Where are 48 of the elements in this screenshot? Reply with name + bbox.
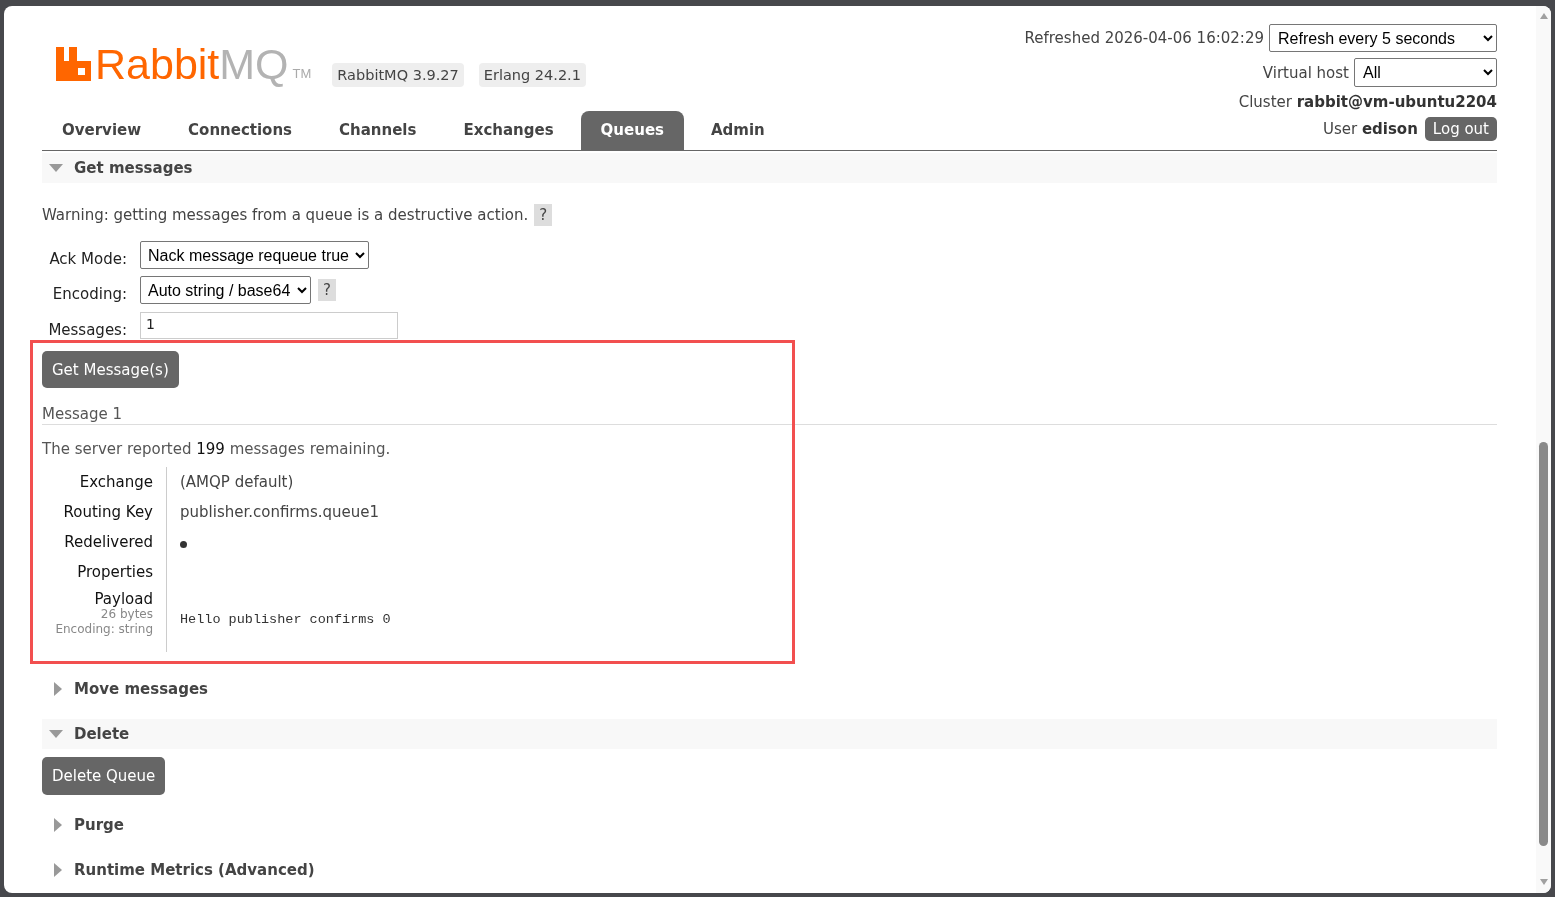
nav-tab[interactable]: Exchanges bbox=[443, 111, 574, 150]
detail-value: publisher.confirms.queue1 bbox=[180, 503, 379, 521]
remaining-text: The server reported 199 messages remaining. bbox=[42, 440, 392, 458]
cluster-text: Cluster rabbit@vm-ubuntu2204 bbox=[1238, 92, 1497, 112]
nav-tab[interactable]: Overview bbox=[42, 111, 162, 150]
payload-size-text: 26 bytes bbox=[100, 607, 153, 622]
detail-label: Properties bbox=[76, 564, 153, 580]
payload-text: Hello publisher confirms 0 bbox=[180, 612, 391, 627]
field-label: Ack Mode: bbox=[48, 249, 128, 269]
detail-label: Payload bbox=[93, 591, 153, 607]
nav-tab[interactable]: Channels bbox=[319, 111, 437, 150]
help-button[interactable]: ? bbox=[534, 204, 553, 226]
logout-button[interactable]: Log out bbox=[1424, 117, 1497, 141]
detail-label: Redelivered bbox=[63, 534, 153, 550]
field-label: Messages: bbox=[47, 320, 128, 339]
help-button[interactable]: ? bbox=[318, 279, 336, 301]
dropdown-select[interactable]: Auto string / base64 bbox=[140, 276, 311, 304]
payload-encoding-text: Encoding: string bbox=[54, 622, 153, 637]
nav-tab[interactable]: Queues bbox=[580, 111, 684, 150]
detail-label: Routing Key bbox=[62, 504, 153, 520]
message-title: Message 1 bbox=[42, 405, 123, 423]
version-label: Erlang 24.2.1 bbox=[478, 63, 586, 87]
detail-label: Exchange bbox=[78, 474, 153, 490]
section-header[interactable]: Purge bbox=[42, 810, 1497, 840]
refresh-interval-select[interactable]: Refresh every 5 seconds bbox=[1269, 24, 1497, 52]
section-header[interactable]: Runtime Metrics (Advanced) bbox=[42, 855, 1497, 885]
field-label: Encoding: bbox=[51, 284, 128, 304]
logo-icon bbox=[56, 47, 91, 81]
virtual-host-label: Virtual host bbox=[1262, 62, 1349, 83]
nav-tab[interactable]: Admin bbox=[691, 111, 785, 150]
scrollbar-thumb[interactable] bbox=[1539, 442, 1548, 846]
virtual-host-select[interactable]: All bbox=[1354, 58, 1497, 87]
user-text: User edison bbox=[1322, 119, 1418, 139]
section-header[interactable]: Get messages bbox=[42, 153, 1497, 183]
refreshed-time-text: Refreshed 2026-04-06 16:02:29 bbox=[1024, 28, 1264, 48]
warning-text: Warning: getting messages from a queue is a destructive action. bbox=[42, 206, 529, 224]
dropdown-select[interactable]: Nack message requeue true bbox=[140, 241, 369, 269]
input-field[interactable]: 1 bbox=[140, 312, 398, 339]
section-header[interactable]: Delete bbox=[42, 719, 1497, 749]
version-label: RabbitMQ 3.9.27 bbox=[332, 63, 464, 87]
nav-tab[interactable]: Connections bbox=[168, 111, 313, 150]
detail-value: (AMQP default) bbox=[180, 473, 294, 491]
scroll-up-arrow-icon[interactable] bbox=[1539, 13, 1548, 19]
logo-wordmark: RabbitMQ bbox=[95, 40, 289, 88]
delete-queue-button[interactable]: Delete Queue bbox=[42, 757, 166, 795]
get-messages-button[interactable]: Get Message(s) bbox=[42, 351, 179, 388]
scroll-down-arrow-icon[interactable] bbox=[1539, 879, 1548, 885]
trademark-text: TM bbox=[292, 67, 312, 80]
